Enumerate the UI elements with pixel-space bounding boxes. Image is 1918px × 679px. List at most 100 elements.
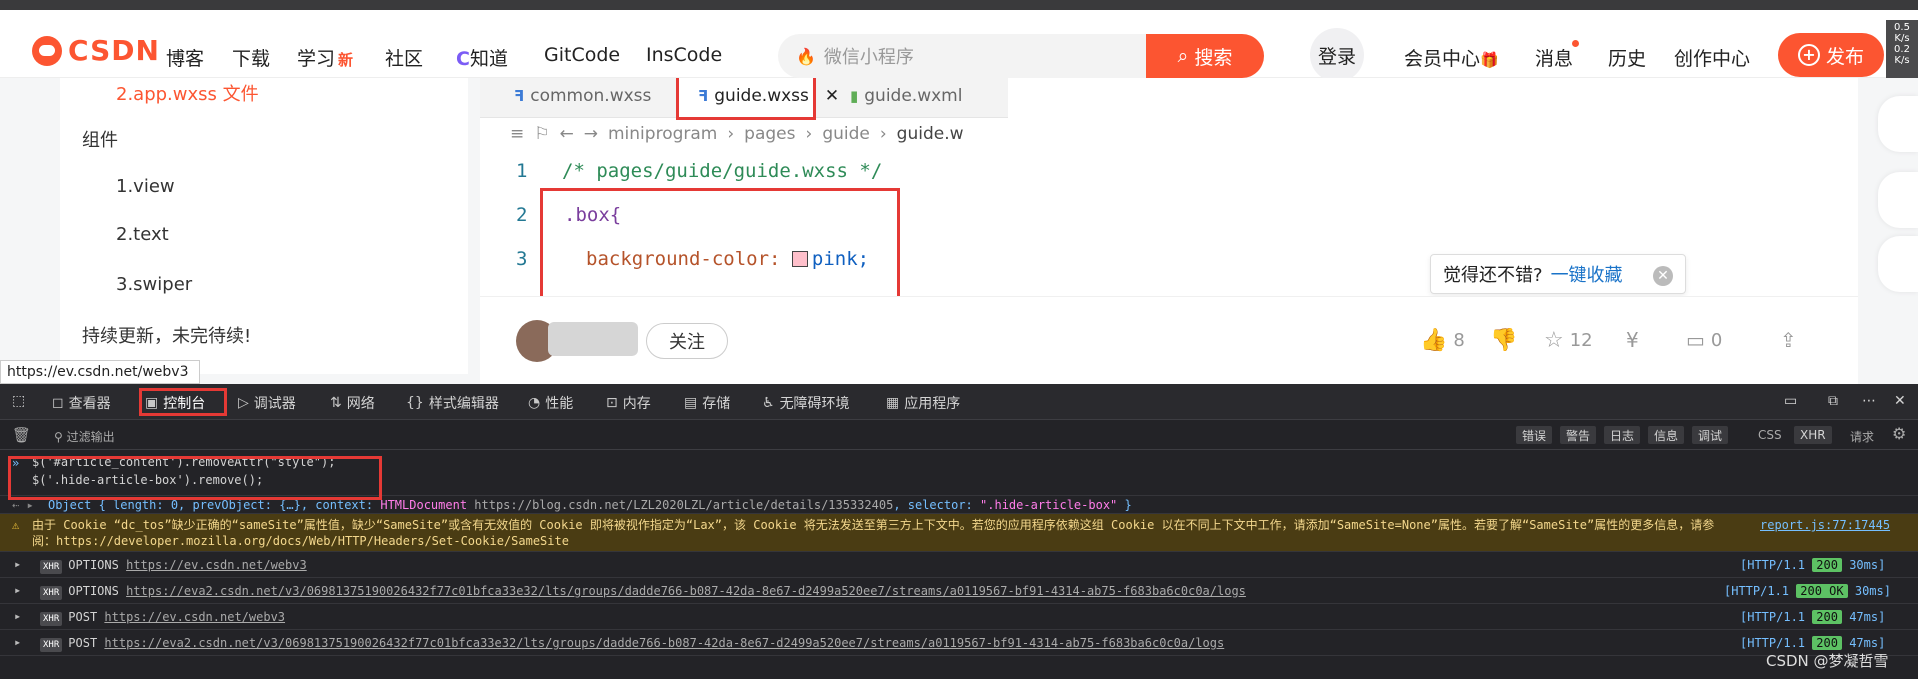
speed-up-unit: K/s [1894, 33, 1910, 44]
filter-errors[interactable]: 错误 [1516, 426, 1553, 444]
close-icon[interactable]: ✕ [1653, 266, 1673, 286]
nav-vip[interactable]: 会员中心🎁 [1404, 44, 1499, 71]
filter-debug[interactable]: 调试 [1692, 426, 1729, 444]
request-line: XHR POST https://ev.csdn.net/webv3 [40, 610, 285, 626]
toc-item-active[interactable]: 2.app.wxss 文件 [116, 80, 259, 106]
search-button[interactable]: ⌕ 搜索 [1146, 34, 1264, 78]
login-button[interactable]: 登录 [1310, 28, 1364, 82]
nav-zhidao-label: 知道 [469, 48, 508, 70]
inspector-icon: ◻ [52, 395, 64, 411]
publish-button[interactable]: + 发布 [1778, 33, 1884, 77]
xhr-badge: XHR [40, 560, 63, 574]
tab-debugger[interactable]: ▷ 调试器 [238, 393, 296, 413]
return-icon: ⇠ ▸ [12, 498, 34, 512]
report-icon[interactable] [1878, 172, 1918, 228]
share-button[interactable]: ⇪ [1780, 328, 1797, 352]
speed-up-value: 0.5 [1894, 22, 1910, 33]
nav-community[interactable]: 社区 [385, 44, 423, 71]
breadcrumb-item: miniprogram [608, 124, 718, 144]
request-url[interactable]: https://eva2.csdn.net/v3/069813751900264… [104, 636, 1224, 650]
debugger-icon: ▷ [238, 395, 249, 411]
filter-xhr[interactable]: XHR [1794, 426, 1832, 444]
expand-icon[interactable]: ▸ [14, 583, 21, 597]
nav-history[interactable]: 历史 [1608, 44, 1646, 71]
like-button[interactable]: 👍 8 [1420, 328, 1465, 353]
tab-network[interactable]: ⇅ 网络 [330, 393, 375, 413]
search-icon: ⌕ [1177, 45, 1189, 67]
star-button[interactable]: ☆ 12 [1544, 328, 1593, 353]
request-row[interactable]: ▸ XHR POST https://ev.csdn.net/webv3 [HTT… [0, 604, 1918, 630]
forward-icon: → [583, 124, 598, 144]
follow-button[interactable]: 关注 [646, 323, 728, 359]
tab-accessibility[interactable]: ♿ 无障碍环境 [762, 393, 850, 413]
nav-blog[interactable]: 博客 [166, 44, 204, 71]
author-name-blurred [548, 322, 638, 356]
request-url[interactable]: https://ev.csdn.net/webv3 [126, 558, 307, 572]
more-icon[interactable]: ⋯ [1862, 393, 1876, 409]
warning-source-link[interactable]: report.js:77:17445 [1760, 518, 1890, 532]
editor-tab-label: guide.wxml [864, 86, 963, 106]
code-editor-image: ꟻ common.wxss ꟻ guide.wxss ✕ ▮ guide.wxml ≡ … [480, 78, 1008, 296]
request-line: XHR OPTIONS https://eva2.csdn.net/v3/0698… [40, 584, 1246, 600]
dislike-button[interactable]: 👎 [1490, 328, 1517, 353]
tab-performance[interactable]: ◔ 性能 [528, 393, 573, 413]
csdn-logo[interactable]: CSDN [32, 34, 160, 67]
expand-icon[interactable]: ▸ [14, 635, 21, 649]
support-icon[interactable] [1878, 96, 1918, 152]
request-url[interactable]: https://ev.csdn.net/webv3 [104, 610, 285, 624]
back-to-top-icon[interactable] [1878, 236, 1918, 292]
expand-icon[interactable]: ▸ [14, 609, 21, 623]
request-row[interactable]: ▸ XHR OPTIONS https://eva2.csdn.net/v3/06… [0, 578, 1918, 604]
result-text: Object { length: 0, prevObject: {…}, con… [48, 498, 1132, 512]
request-url[interactable]: https://eva2.csdn.net/v3/069813751900264… [126, 584, 1246, 598]
split-icon[interactable]: ⧉ [1828, 393, 1838, 409]
filter-requests[interactable]: 请求 [1850, 428, 1874, 445]
nav-learn[interactable]: 学习新 [297, 44, 353, 71]
toc-section[interactable]: 组件 [82, 126, 118, 152]
result-prefix: Object { length: 0, prevObject: {…}, con… [48, 498, 381, 512]
request-method: POST [68, 610, 98, 624]
request-status: 200 [1812, 610, 1842, 624]
filter-css[interactable]: CSS [1758, 428, 1782, 442]
nav-creator[interactable]: 创作中心 [1674, 44, 1750, 71]
nav-messages[interactable]: 消息 [1535, 44, 1573, 71]
toc-footer: 持续更新，未完待续! [82, 326, 252, 347]
toc-item[interactable]: 2.text [116, 224, 169, 245]
accessibility-icon: ♿ [762, 395, 775, 411]
request-time: 47ms] [1849, 636, 1886, 650]
nav-download[interactable]: 下载 [232, 44, 270, 71]
tab-application[interactable]: ▦ 应用程序 [886, 393, 960, 413]
comment-button[interactable]: ▭ 0 [1686, 328, 1722, 352]
settings-icon[interactable]: ⚙ [1892, 424, 1906, 443]
filter-warnings[interactable]: 警告 [1560, 426, 1597, 444]
toc-item[interactable]: 3.swiper [116, 274, 192, 295]
filter-input[interactable]: ⚲ 过滤输出 [54, 428, 115, 445]
request-row[interactable]: ▸ XHR OPTIONS https://ev.csdn.net/webv3 [… [0, 552, 1918, 578]
nav-zhidao[interactable]: C知道 [456, 44, 508, 71]
request-time: 30ms] [1849, 558, 1886, 572]
request-row[interactable]: ▸ XHR POST https://eva2.csdn.net/v3/06981… [0, 630, 1918, 656]
search-input[interactable]: 🔥 微信小程序 [778, 34, 1146, 78]
toc-item[interactable]: 1.view [116, 176, 175, 197]
picker-icon[interactable]: ⬚ [12, 393, 25, 409]
tab-style-editor[interactable]: {} 样式编辑器 [406, 393, 499, 413]
tab-memory[interactable]: ⊡ 内存 [606, 393, 651, 413]
filter-info[interactable]: 信息 [1648, 426, 1685, 444]
request-status: 200 [1812, 636, 1842, 650]
breadcrumb-item: pages [744, 124, 796, 144]
close-icon[interactable]: ✕ [1894, 393, 1906, 409]
nav-gitcode[interactable]: GitCode [544, 44, 620, 66]
request-meta: [HTTP/1.1 200 47ms] [1740, 636, 1885, 650]
tab-inspector[interactable]: ◻ 查看器 [52, 393, 111, 413]
trash-icon[interactable]: 🗑 [12, 426, 31, 444]
plus-icon: + [1797, 44, 1820, 66]
nav-inscode[interactable]: InsCode [646, 44, 722, 66]
reward-button[interactable]: ¥ [1626, 328, 1639, 352]
dock-icon[interactable]: ▭ [1784, 393, 1797, 409]
editor-tab-label: common.wxss [530, 86, 652, 106]
filter-logs[interactable]: 日志 [1604, 426, 1641, 444]
tab-storage[interactable]: ▤ 存储 [684, 393, 730, 413]
collect-link[interactable]: 一键收藏 [1551, 261, 1623, 287]
zhidao-icon: C [456, 48, 470, 70]
expand-icon[interactable]: ▸ [14, 557, 21, 571]
